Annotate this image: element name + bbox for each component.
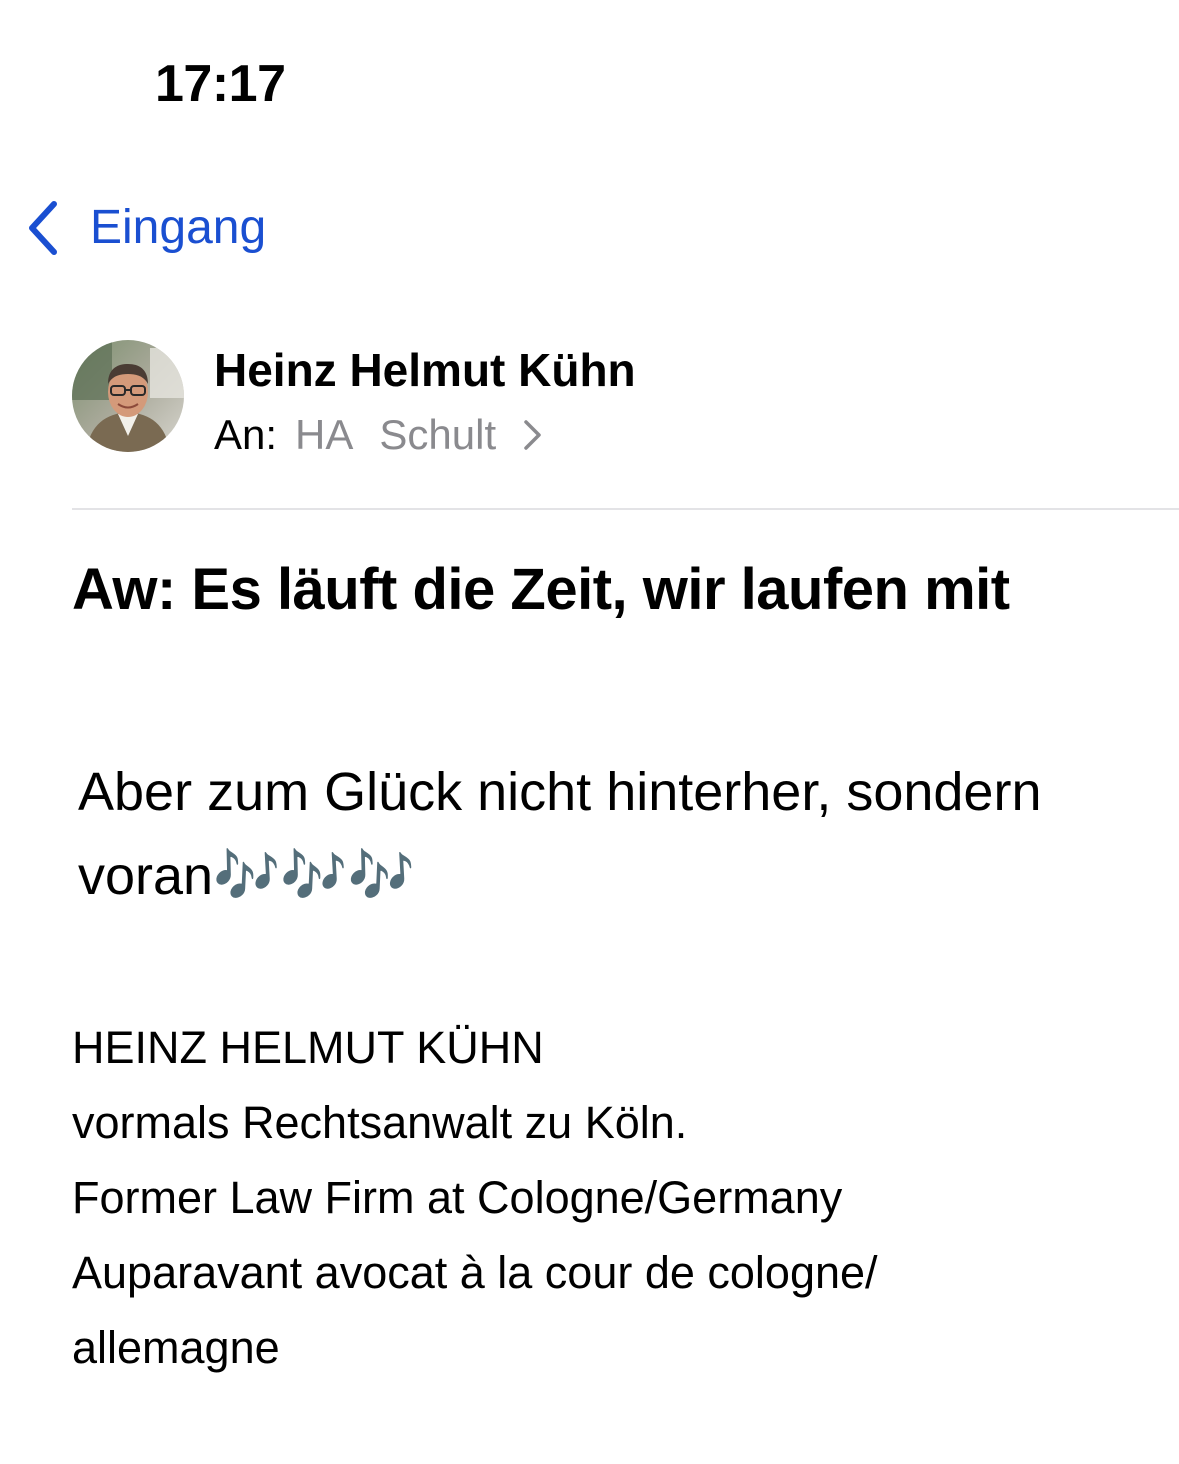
signature-line: Former Law Firm at Cologne/Germany xyxy=(72,1172,843,1223)
sender-name[interactable]: Heinz Helmut Kühn xyxy=(214,347,636,393)
recipients-line[interactable]: An: HA Schult xyxy=(214,414,544,456)
status-bar-time: 17:17 xyxy=(155,55,286,113)
to-label: An: xyxy=(214,411,278,458)
back-button-label: Eingang xyxy=(90,201,267,254)
chevron-right-icon[interactable] xyxy=(522,417,544,453)
recipient-name[interactable]: Schult xyxy=(379,414,496,456)
message-body: Aber zum Glück nicht hinterher, sondern … xyxy=(78,762,1042,906)
sender-avatar[interactable] xyxy=(72,340,184,452)
signature-block: HEINZ HELMUT KÜHN vormals Rechtsanwalt z… xyxy=(72,1010,1152,1385)
chevron-left-icon xyxy=(24,198,64,258)
signature-line: allemagne xyxy=(72,1322,280,1373)
signature-line: Auparavant avocat à la cour de cologne/ xyxy=(72,1247,878,1298)
back-button[interactable]: Eingang xyxy=(24,196,266,260)
signature-line: vormals Rechtsanwalt zu Köln. xyxy=(72,1097,688,1148)
recipient-name[interactable]: HA xyxy=(295,414,353,456)
signature-line: HEINZ HELMUT KÜHN xyxy=(72,1022,544,1073)
header-divider xyxy=(72,508,1179,510)
message-subject: Aw: Es läuft die Zeit, wir laufen mit xyxy=(72,557,1010,622)
